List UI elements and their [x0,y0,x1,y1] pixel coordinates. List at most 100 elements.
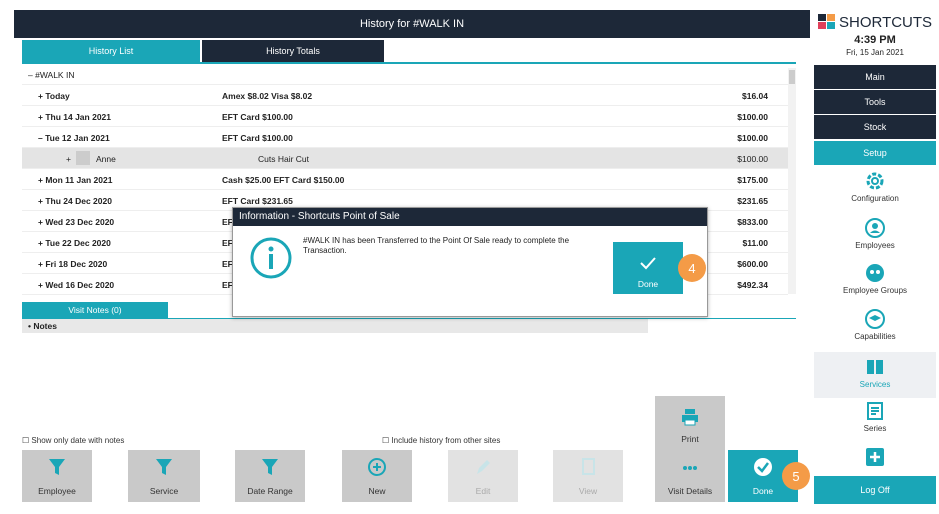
brand-logo: SHORTCUTS [818,12,932,32]
pencil-icon [477,460,490,474]
include-other-sites-checkbox[interactable]: ☐ Include history from other sites [382,436,500,445]
row-amount: $600.00 [737,259,768,269]
edit-button[interactable]: Edit [448,450,518,502]
sidebar: SHORTCUTS 4:39 PM Fri, 15 Jan 2021 Main … [814,10,936,504]
printer-icon [682,409,698,426]
setup-configuration[interactable]: Configuration [814,170,936,203]
button-label: Edit [475,486,491,496]
info-icon [250,237,292,279]
menu-stock[interactable]: Stock [814,115,936,139]
checkbox-label: Show only date with notes [31,436,125,445]
button-label: Service [149,486,179,496]
brand-logo-icon [818,14,835,29]
row-date: + Wed 23 Dec 2020 [38,217,115,227]
setup-series[interactable]: Series [814,400,936,433]
row-amount: $231.65 [737,196,768,206]
button-label: Visit Details [667,486,713,496]
menu-main[interactable]: Main [814,65,936,89]
tab-visit-notes[interactable]: Visit Notes (0) [22,302,168,318]
setup-employees[interactable]: Employees [814,217,936,250]
row-summary: Cash $25.00 EFT Card $150.00 [222,175,345,185]
row-amount: $100.00 [737,112,768,122]
history-row[interactable]: – Tue 12 Jan 2021 EFT Card $100.00 $100.00 [22,127,788,148]
checkmark-icon [640,257,656,270]
add-circle-icon [368,458,386,476]
history-row[interactable]: + Today Amex $8.02 Visa $8.02 $16.04 [22,85,788,106]
icon-label: Configuration [851,194,899,203]
sub-row-amount: $100.00 [737,154,768,164]
person-icon [865,218,885,238]
history-root-row[interactable]: – #WALK IN [22,64,788,85]
button-label: Done [637,279,659,289]
row-amount: $175.00 [737,175,768,185]
sub-row-name: Anne [96,154,116,164]
graduation-cap-icon [865,309,885,329]
tab-history-list[interactable]: History List [22,40,200,62]
visit-details-button[interactable]: Visit Details [655,450,725,502]
check-circle-icon [754,458,772,476]
expand-icon[interactable]: + [66,154,71,164]
filter-icon [156,459,172,475]
setup-employee-groups[interactable]: Employee Groups [814,262,936,295]
clock-time: 4:39 PM [854,34,896,46]
setup-next-item[interactable] [814,446,936,470]
button-label: Date Range [247,486,293,496]
date-range-filter-button[interactable]: Date Range [235,450,305,502]
plus-square-icon [866,448,884,466]
tab-history-totals[interactable]: History Totals [202,40,384,62]
row-amount: $492.34 [737,280,768,290]
icon-label: Capabilities [854,332,896,341]
group-icon [866,264,884,282]
log-off-button[interactable]: Log Off [814,476,936,504]
filter-icon [262,459,278,475]
clock-date: Fri, 15 Jan 2021 [846,48,904,57]
row-date: + Mon 11 Jan 2021 [38,175,113,185]
book-icon [867,360,883,374]
step-badge-4: 4 [678,254,706,282]
history-scrollbar[interactable] [788,68,796,294]
gear-icon [866,172,884,190]
print-button[interactable]: Print [655,396,725,450]
list-document-icon [867,402,883,420]
icon-label: Employee Groups [842,286,908,295]
menu-setup[interactable]: Setup [814,141,936,165]
view-button[interactable]: View [553,450,623,502]
sub-row-service: Cuts Hair Cut [258,154,310,164]
history-row[interactable]: + Thu 14 Jan 2021 EFT Card $100.00 $100.00 [22,106,788,127]
notes-header: • Notes [22,319,648,333]
history-sub-row[interactable]: + Anne Cuts Hair Cut $100.00 [22,148,788,169]
icon-label: Services [859,380,891,389]
history-root-label: – #WALK IN [28,70,75,80]
row-summary: Amex $8.02 Visa $8.02 [222,91,313,101]
show-only-notes-checkbox[interactable]: ☐ Show only date with notes [22,436,124,445]
setup-services[interactable]: Services [814,352,936,398]
row-date: + Wed 16 Dec 2020 [38,280,115,290]
row-date: + Today [38,91,70,101]
window-title: History for #WALK IN [359,18,465,30]
button-label: View [578,486,598,496]
document-icon [582,458,595,475]
menu-tools[interactable]: Tools [814,90,936,114]
icon-label: Employees [855,241,895,250]
row-date: + Thu 14 Jan 2021 [38,112,111,122]
row-date: + Fri 18 Dec 2020 [38,259,108,269]
dialog-message: #WALK IN has been Transferred to the Poi… [303,236,570,255]
button-label: New [368,486,386,496]
checkbox-label: Include history from other sites [391,436,501,445]
avatar [76,151,90,165]
filter-icon [49,459,65,475]
row-amount: $11.00 [742,238,768,248]
employee-filter-button[interactable]: Employee [22,450,92,502]
row-amount: $16.04 [742,91,768,101]
dialog-title: Information - Shortcuts Point of Sale [233,208,707,226]
history-row[interactable]: + Mon 11 Jan 2021 Cash $25.00 EFT Card $1… [22,169,788,190]
dialog-done-button[interactable]: Done [613,242,683,294]
new-button[interactable]: New [342,450,412,502]
information-dialog: Information - Shortcuts Point of Sale #W… [232,207,708,317]
service-filter-button[interactable]: Service [128,450,200,502]
row-date: + Tue 22 Dec 2020 [38,238,111,248]
scrollbar-thumb[interactable] [789,70,795,84]
row-summary: EFT Card $100.00 [222,112,293,122]
notes-area[interactable] [22,333,648,433]
setup-capabilities[interactable]: Capabilities [814,308,936,341]
